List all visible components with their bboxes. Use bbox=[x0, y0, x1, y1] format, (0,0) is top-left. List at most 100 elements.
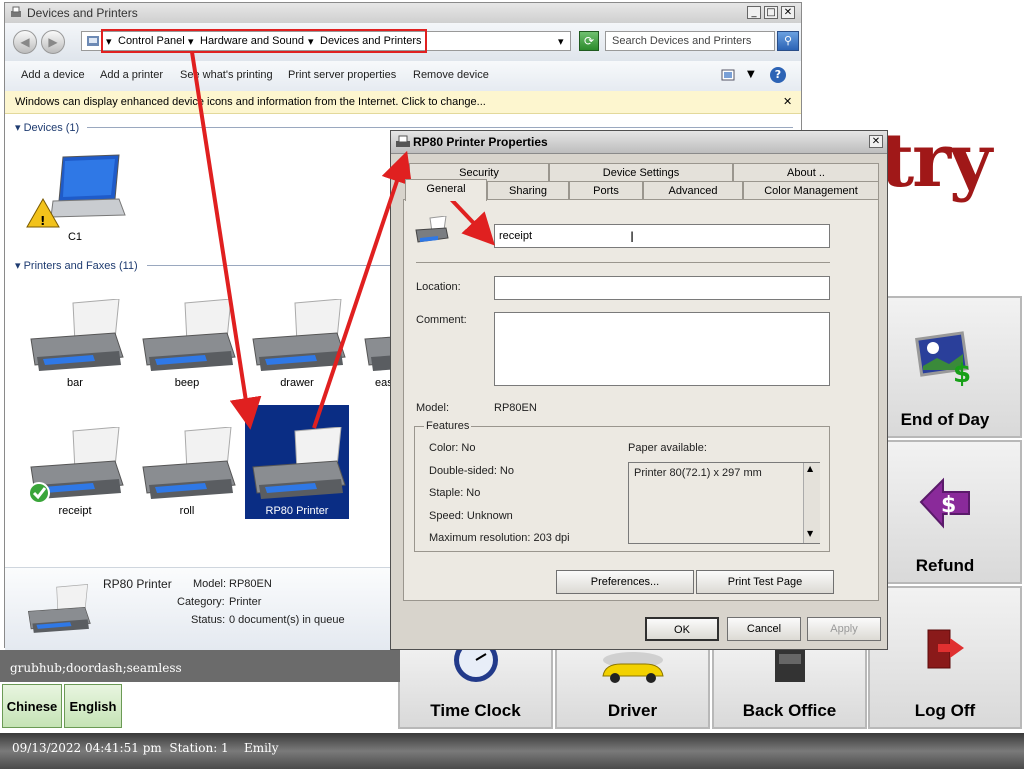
printer-icon bbox=[364, 336, 391, 371]
dialog-title: RP80 Printer Properties bbox=[413, 135, 548, 149]
explorer-titlebar[interactable]: Devices and Printers _ □ ✕ bbox=[5, 3, 801, 23]
device-c1[interactable]: ! C1 bbox=[23, 153, 127, 249]
ok-button[interactable]: OK bbox=[645, 617, 719, 641]
driver-button[interactable]: Driver bbox=[555, 640, 710, 729]
back-office-button[interactable]: Back Office bbox=[712, 640, 867, 729]
tab-sharing[interactable]: Sharing bbox=[487, 181, 569, 199]
exit-door-icon bbox=[920, 626, 970, 675]
features-label: Features bbox=[424, 420, 472, 432]
print-server-properties-button[interactable]: Print server properties bbox=[288, 69, 396, 81]
chevron-down-icon[interactable]: ▼ bbox=[747, 69, 755, 80]
printer-name-input[interactable] bbox=[494, 224, 830, 248]
chevron-down-icon[interactable]: ▾ bbox=[558, 35, 564, 48]
command-bar: Add a device Add a printer See what's pr… bbox=[5, 61, 801, 92]
printer-name: roll bbox=[179, 505, 195, 517]
control-panel-icon bbox=[86, 34, 100, 51]
devices-section-header[interactable]: ▾ Devices (1) bbox=[15, 121, 79, 134]
printer-receipt[interactable]: receipt bbox=[23, 426, 127, 523]
comment-input[interactable] bbox=[494, 312, 830, 386]
english-button[interactable]: English bbox=[64, 684, 122, 728]
maximize-icon[interactable]: □ bbox=[764, 6, 778, 19]
minimize-icon[interactable]: _ bbox=[747, 6, 761, 19]
printer-icon bbox=[28, 426, 124, 504]
remove-device-button[interactable]: Remove device bbox=[413, 69, 489, 81]
end-of-day-label: End of Day bbox=[900, 410, 990, 429]
svg-text:$: $ bbox=[953, 359, 971, 388]
printer-icon bbox=[27, 584, 91, 633]
print-test-page-button[interactable]: Print Test Page bbox=[696, 570, 834, 594]
laptop-icon: ! bbox=[26, 154, 126, 228]
feature-double-sided: Double-sided: No bbox=[429, 465, 514, 477]
details-model-value: RP80EN bbox=[229, 578, 272, 590]
help-icon[interactable]: ? bbox=[770, 67, 786, 83]
paper-available-label: Paper available: bbox=[628, 442, 707, 454]
refund-label: Refund bbox=[915, 556, 975, 575]
chinese-button[interactable]: Chinese bbox=[2, 684, 62, 728]
explorer-title: Devices and Printers bbox=[27, 6, 138, 20]
comment-label: Comment: bbox=[416, 314, 467, 326]
clock-icon bbox=[446, 638, 506, 689]
svg-text:!: ! bbox=[40, 214, 45, 228]
scroll-down-icon[interactable]: ▼ bbox=[807, 529, 813, 538]
back-button[interactable]: ◀ bbox=[13, 30, 37, 54]
preferences-button[interactable]: Preferences... bbox=[556, 570, 694, 594]
printer-fax-icon bbox=[9, 6, 23, 23]
model-label: Model: bbox=[416, 402, 450, 414]
printer-icon bbox=[395, 135, 411, 152]
printer-rp80[interactable]: RP80 Printer bbox=[245, 405, 349, 519]
printer-icon bbox=[252, 426, 346, 499]
forward-button[interactable]: ▶ bbox=[41, 30, 65, 54]
printer-eas[interactable]: eas bbox=[357, 299, 391, 395]
printers-section-header[interactable]: ▾ Printers and Faxes (11) bbox=[15, 259, 138, 272]
details-status-label: Status: bbox=[191, 614, 226, 626]
back-office-label: Back Office bbox=[742, 701, 837, 720]
close-icon[interactable]: ✕ bbox=[783, 95, 792, 108]
register-icon bbox=[765, 646, 815, 689]
car-icon bbox=[595, 646, 671, 689]
printer-bar[interactable]: bar bbox=[23, 298, 127, 395]
refresh-icon[interactable]: ⟳ bbox=[579, 31, 599, 51]
search-input[interactable]: Search Devices and Printers bbox=[605, 31, 775, 51]
svg-text:$: $ bbox=[941, 493, 956, 518]
end-of-day-button[interactable]: $ End of Day bbox=[868, 296, 1022, 438]
printers-section-label: Printers and Faxes (11) bbox=[23, 260, 138, 272]
tab-color-management[interactable]: Color Management bbox=[743, 181, 879, 199]
cancel-button[interactable]: Cancel bbox=[727, 617, 801, 641]
close-icon[interactable]: ✕ bbox=[781, 6, 795, 19]
general-tab-panel: I Location: Comment: Model: RP80EN Featu… bbox=[403, 199, 879, 601]
tab-advanced[interactable]: Advanced bbox=[643, 181, 743, 199]
section-divider bbox=[87, 127, 793, 128]
printer-name: receipt bbox=[58, 505, 92, 517]
tab-ports[interactable]: Ports bbox=[569, 181, 643, 199]
printer-beep[interactable]: beep bbox=[135, 298, 239, 395]
log-off-button[interactable]: Log Off bbox=[868, 586, 1022, 729]
add-printer-button[interactable]: Add a printer bbox=[100, 69, 163, 81]
time-clock-button[interactable]: Time Clock bbox=[398, 638, 553, 729]
devices-section-label: Devices (1) bbox=[23, 122, 80, 134]
info-bar-text: Windows can display enhanced device icon… bbox=[15, 96, 486, 108]
tab-device-settings[interactable]: Device Settings bbox=[549, 163, 733, 181]
add-device-button[interactable]: Add a device bbox=[21, 69, 85, 81]
printer-roll[interactable]: roll bbox=[135, 426, 239, 523]
view-options-icon[interactable] bbox=[721, 69, 735, 84]
printer-properties-dialog: RP80 Printer Properties ✕ Security Devic… bbox=[390, 130, 888, 650]
close-icon[interactable]: ✕ bbox=[869, 135, 883, 148]
search-icon[interactable]: ⚲ bbox=[777, 31, 799, 51]
scrollbar[interactable]: ▲ ▼ bbox=[803, 463, 820, 543]
tab-general[interactable]: General bbox=[405, 179, 487, 201]
printer-icon bbox=[252, 298, 346, 371]
printer-name: RP80 Printer bbox=[265, 505, 329, 517]
see-printing-button[interactable]: See what's printing bbox=[180, 69, 273, 81]
tab-about[interactable]: About .. bbox=[733, 163, 879, 181]
address-bar: ◀ ▶ ▾ Control Panel ▾ Hardware and Sound… bbox=[5, 23, 801, 61]
paper-list[interactable]: Printer 80(72.1) x 297 mm ▲ ▼ bbox=[628, 462, 820, 544]
refund-button[interactable]: $ Refund bbox=[868, 440, 1022, 584]
printer-drawer[interactable]: drawer bbox=[245, 298, 349, 395]
paper-item[interactable]: Printer 80(72.1) x 297 mm bbox=[634, 467, 762, 479]
printer-name: drawer bbox=[280, 377, 314, 389]
scroll-up-icon[interactable]: ▲ bbox=[807, 464, 813, 473]
info-bar[interactable]: Windows can display enhanced device icon… bbox=[5, 91, 801, 114]
dialog-titlebar[interactable]: RP80 Printer Properties ✕ bbox=[391, 131, 887, 154]
location-input[interactable] bbox=[494, 276, 830, 300]
details-status-value: 0 document(s) in queue bbox=[229, 614, 345, 626]
